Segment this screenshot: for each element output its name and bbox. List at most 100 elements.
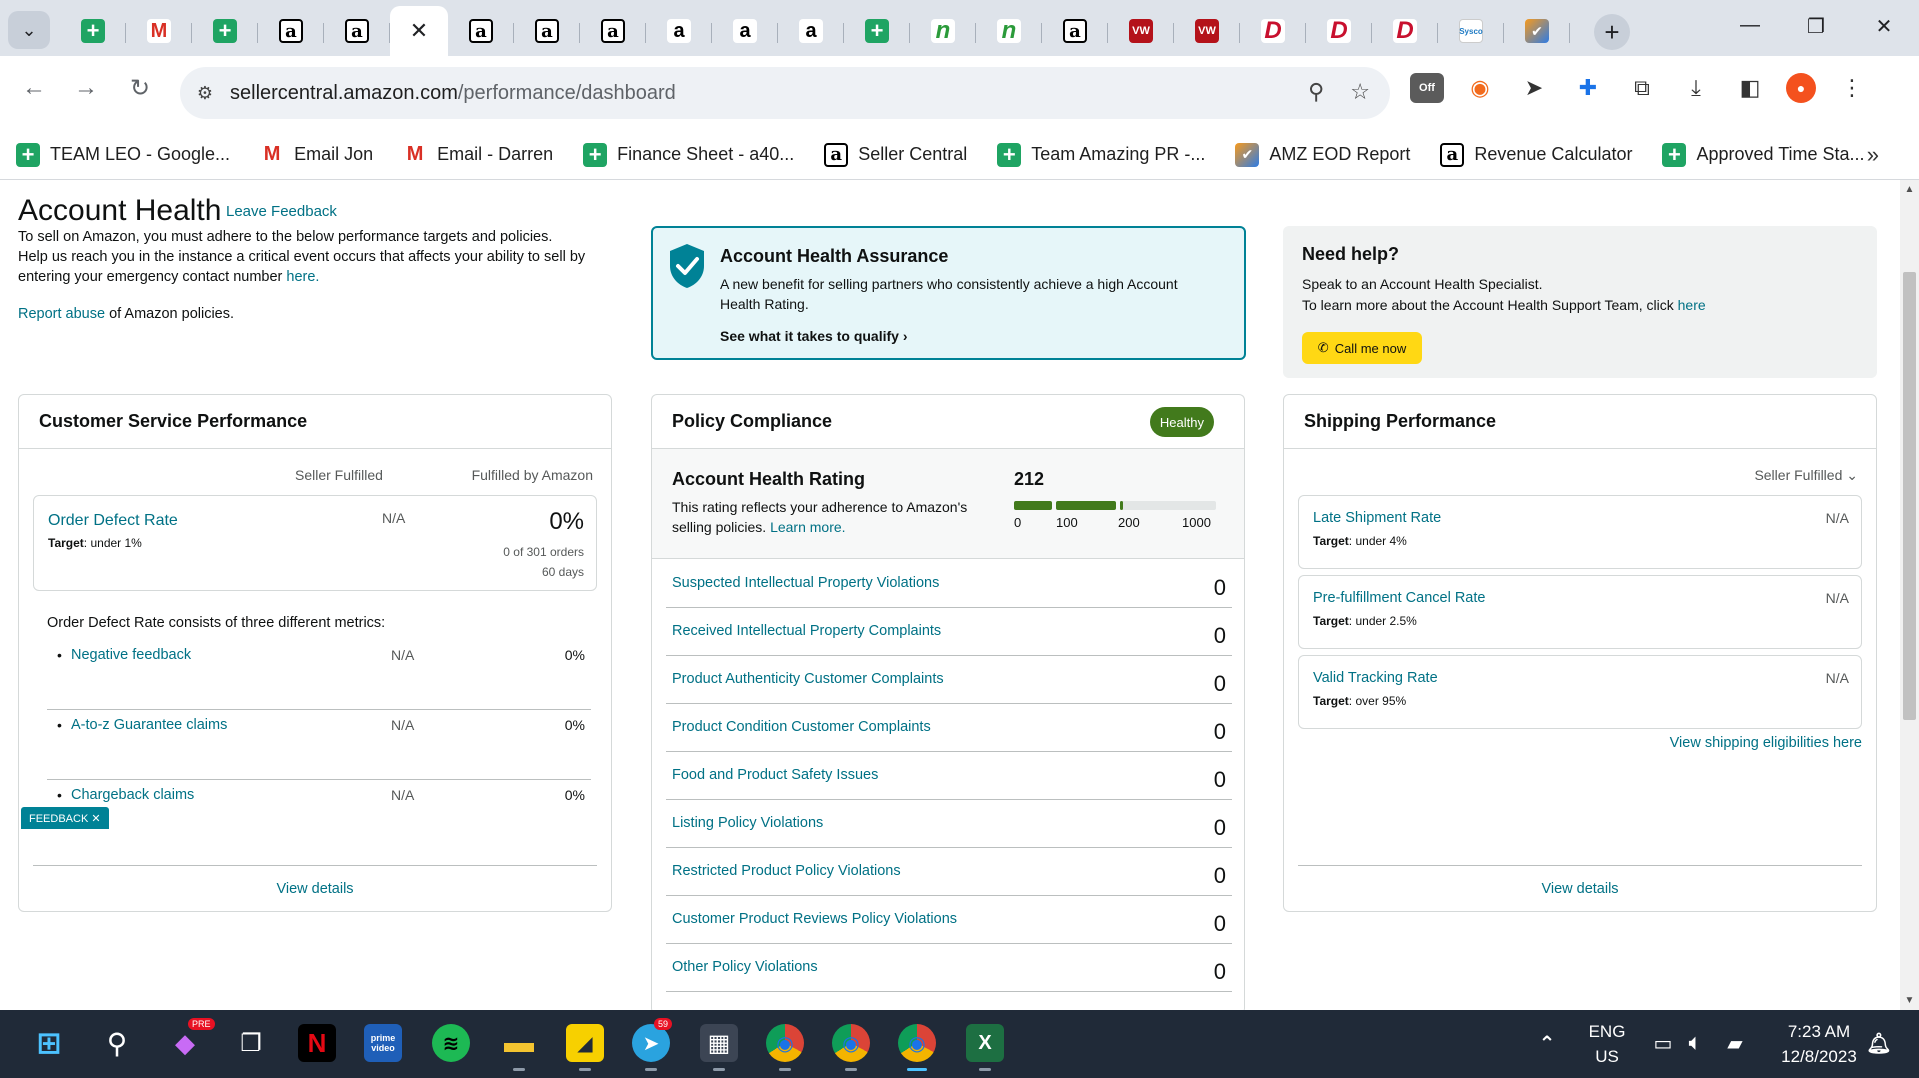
show-hidden-icons-chevron-icon[interactable]: ⌃: [1528, 1024, 1566, 1062]
leave-feedback-link[interactable]: Leave Feedback: [226, 203, 337, 220]
zoom-search-icon[interactable]: ⚲: [1308, 79, 1324, 105]
bookmark-item[interactable]: + TEAM LEO - Google...: [16, 142, 230, 167]
learn-more-link[interactable]: Learn more.: [770, 519, 845, 535]
scroll-up-icon[interactable]: ▲: [1900, 184, 1919, 195]
odr-metric-link[interactable]: Chargeback claims: [71, 787, 194, 803]
extension-off-icon[interactable]: Off: [1410, 73, 1444, 103]
policy-violation-link[interactable]: Product Authenticity Customer Complaints: [672, 671, 944, 687]
restore-icon[interactable]: ❐: [1796, 14, 1836, 39]
policy-violation-link[interactable]: Product Condition Customer Complaints: [672, 719, 931, 735]
report-abuse-link[interactable]: Report abuse: [18, 306, 105, 322]
forward-icon[interactable]: →: [68, 74, 104, 102]
menu-kebab-icon[interactable]: ⋮: [1834, 70, 1870, 106]
tab-search-chevron-icon[interactable]: ⌄: [8, 11, 50, 49]
browser-tab[interactable]: a: [258, 9, 324, 53]
shipping-metric-link[interactable]: Late Shipment Rate: [1313, 510, 1441, 526]
extensions-puzzle-icon[interactable]: ⧉: [1624, 70, 1660, 106]
shipping-metric-link[interactable]: Pre-fulfillment Cancel Rate: [1313, 590, 1485, 606]
address-bar[interactable]: ⚙ sellercentral.amazon.com/performance/d…: [180, 67, 1390, 119]
back-icon[interactable]: ←: [16, 74, 52, 102]
bookmark-item[interactable]: + Team Amazing PR -...: [997, 142, 1205, 167]
browser-tab[interactable]: ✕: [390, 6, 448, 56]
policy-violation-link[interactable]: Food and Product Safety Issues: [672, 767, 878, 783]
minimize-icon[interactable]: —: [1730, 14, 1770, 37]
feedback-tab[interactable]: FEEDBACK ✕: [21, 807, 109, 829]
browser-tab[interactable]: D: [1372, 9, 1438, 53]
shipping-metric-link[interactable]: Valid Tracking Rate: [1313, 670, 1438, 686]
extension-orange-icon[interactable]: ◉: [1462, 70, 1498, 106]
browser-tab[interactable]: +: [60, 9, 126, 53]
policy-violation-link[interactable]: Suspected Intellectual Property Violatio…: [672, 575, 939, 591]
extension-blue-icon[interactable]: ✚: [1570, 70, 1606, 106]
netflix-icon[interactable]: N: [298, 1024, 336, 1062]
chrome-icon[interactable]: ◉: [766, 1024, 804, 1062]
battery-icon[interactable]: ▰: [1716, 1024, 1754, 1062]
calculator-icon[interactable]: ▦: [700, 1024, 738, 1062]
spotify-icon[interactable]: ≋: [432, 1024, 470, 1062]
bookmark-item[interactable]: + Finance Sheet - a40...: [583, 142, 794, 167]
bookmark-item[interactable]: M Email Jon: [260, 142, 373, 167]
bookmark-item[interactable]: + Approved Time Sta...: [1662, 142, 1865, 167]
browser-tab[interactable]: Sysco: [1438, 9, 1504, 53]
reload-icon[interactable]: ↻: [122, 74, 158, 103]
sticky-notes-icon[interactable]: ◢: [566, 1024, 604, 1062]
start-icon[interactable]: ⊞: [30, 1024, 68, 1062]
cs-view-details-link[interactable]: View details: [33, 865, 597, 911]
emergency-contact-link[interactable]: here.: [286, 269, 319, 285]
task-view-icon[interactable]: ❐: [232, 1024, 270, 1062]
browser-tab[interactable]: +: [192, 9, 258, 53]
side-panel-icon[interactable]: ◧: [1732, 70, 1768, 106]
browser-tab[interactable]: D: [1306, 9, 1372, 53]
browser-tab[interactable]: n: [976, 9, 1042, 53]
bookmark-item[interactable]: M Email - Darren: [403, 142, 553, 167]
order-defect-rate-link[interactable]: Order Defect Rate: [48, 512, 178, 530]
chrome-icon[interactable]: ◉: [832, 1024, 870, 1062]
policy-violation-link[interactable]: Listing Policy Violations: [672, 815, 823, 831]
search-icon[interactable]: ⚲: [98, 1024, 136, 1062]
browser-tab[interactable]: a: [514, 9, 580, 53]
odr-metric-link[interactable]: A-to-z Guarantee claims: [71, 717, 227, 733]
bookmark-item[interactable]: a Revenue Calculator: [1440, 142, 1632, 167]
file-explorer-icon[interactable]: ▬: [500, 1024, 538, 1062]
language-indicator[interactable]: ENG US: [1582, 1019, 1632, 1069]
bookmark-star-icon[interactable]: ☆: [1350, 79, 1370, 105]
browser-tab[interactable]: a: [778, 9, 844, 53]
browser-tab[interactable]: D: [1240, 9, 1306, 53]
browser-tab[interactable]: a: [712, 9, 778, 53]
browser-tab[interactable]: a: [448, 9, 514, 53]
browser-tab[interactable]: a: [324, 9, 390, 53]
call-me-now-button[interactable]: ✆ Call me now: [1302, 332, 1422, 364]
download-icon[interactable]: ⤓: [1678, 70, 1714, 106]
chrome-icon[interactable]: ◉: [898, 1024, 936, 1062]
page-scrollbar[interactable]: ▲ ▼: [1900, 180, 1919, 1010]
odr-metric-link[interactable]: Negative feedback: [71, 647, 191, 663]
volume-icon[interactable]: 🔈︎: [1676, 1024, 1714, 1062]
notifications-bell-icon[interactable]: 🔔︎: [1860, 1024, 1898, 1062]
extension-arrow-icon[interactable]: ➤: [1516, 70, 1552, 106]
browser-tab[interactable]: M: [126, 9, 192, 53]
excel-icon[interactable]: X: [966, 1024, 1004, 1062]
qualify-link[interactable]: See what it takes to qualify ›: [720, 328, 908, 344]
support-team-link[interactable]: here: [1678, 297, 1706, 313]
browser-tab[interactable]: a: [646, 9, 712, 53]
prime-video-icon[interactable]: prime video: [364, 1024, 402, 1062]
browser-tab[interactable]: ✔: [1504, 9, 1570, 53]
close-icon[interactable]: ✕: [410, 18, 428, 44]
bookmark-item[interactable]: a Seller Central: [824, 142, 967, 167]
seller-fulfilled-dropdown[interactable]: Seller Fulfilled ⌄: [1754, 467, 1858, 484]
browser-tab[interactable]: a: [1042, 9, 1108, 53]
policy-violation-link[interactable]: Received Intellectual Property Complaint…: [672, 623, 941, 639]
profile-avatar[interactable]: ●: [1786, 73, 1816, 103]
browser-tab[interactable]: a: [580, 9, 646, 53]
scroll-down-icon[interactable]: ▼: [1900, 995, 1919, 1006]
site-settings-icon[interactable]: ⚙: [180, 83, 230, 104]
policy-violation-link[interactable]: Restricted Product Policy Violations: [672, 863, 901, 879]
bookmarks-more-icon[interactable]: »: [1867, 142, 1879, 168]
policy-violation-link[interactable]: Other Policy Violations: [672, 959, 818, 975]
browser-tab[interactable]: +: [844, 9, 910, 53]
scroll-thumb[interactable]: [1903, 272, 1916, 720]
browser-tab[interactable]: VW: [1108, 9, 1174, 53]
new-tab-button[interactable]: +: [1594, 14, 1630, 50]
bookmark-item[interactable]: ✔ AMZ EOD Report: [1235, 142, 1410, 167]
sp-view-details-link[interactable]: View details: [1298, 865, 1862, 911]
